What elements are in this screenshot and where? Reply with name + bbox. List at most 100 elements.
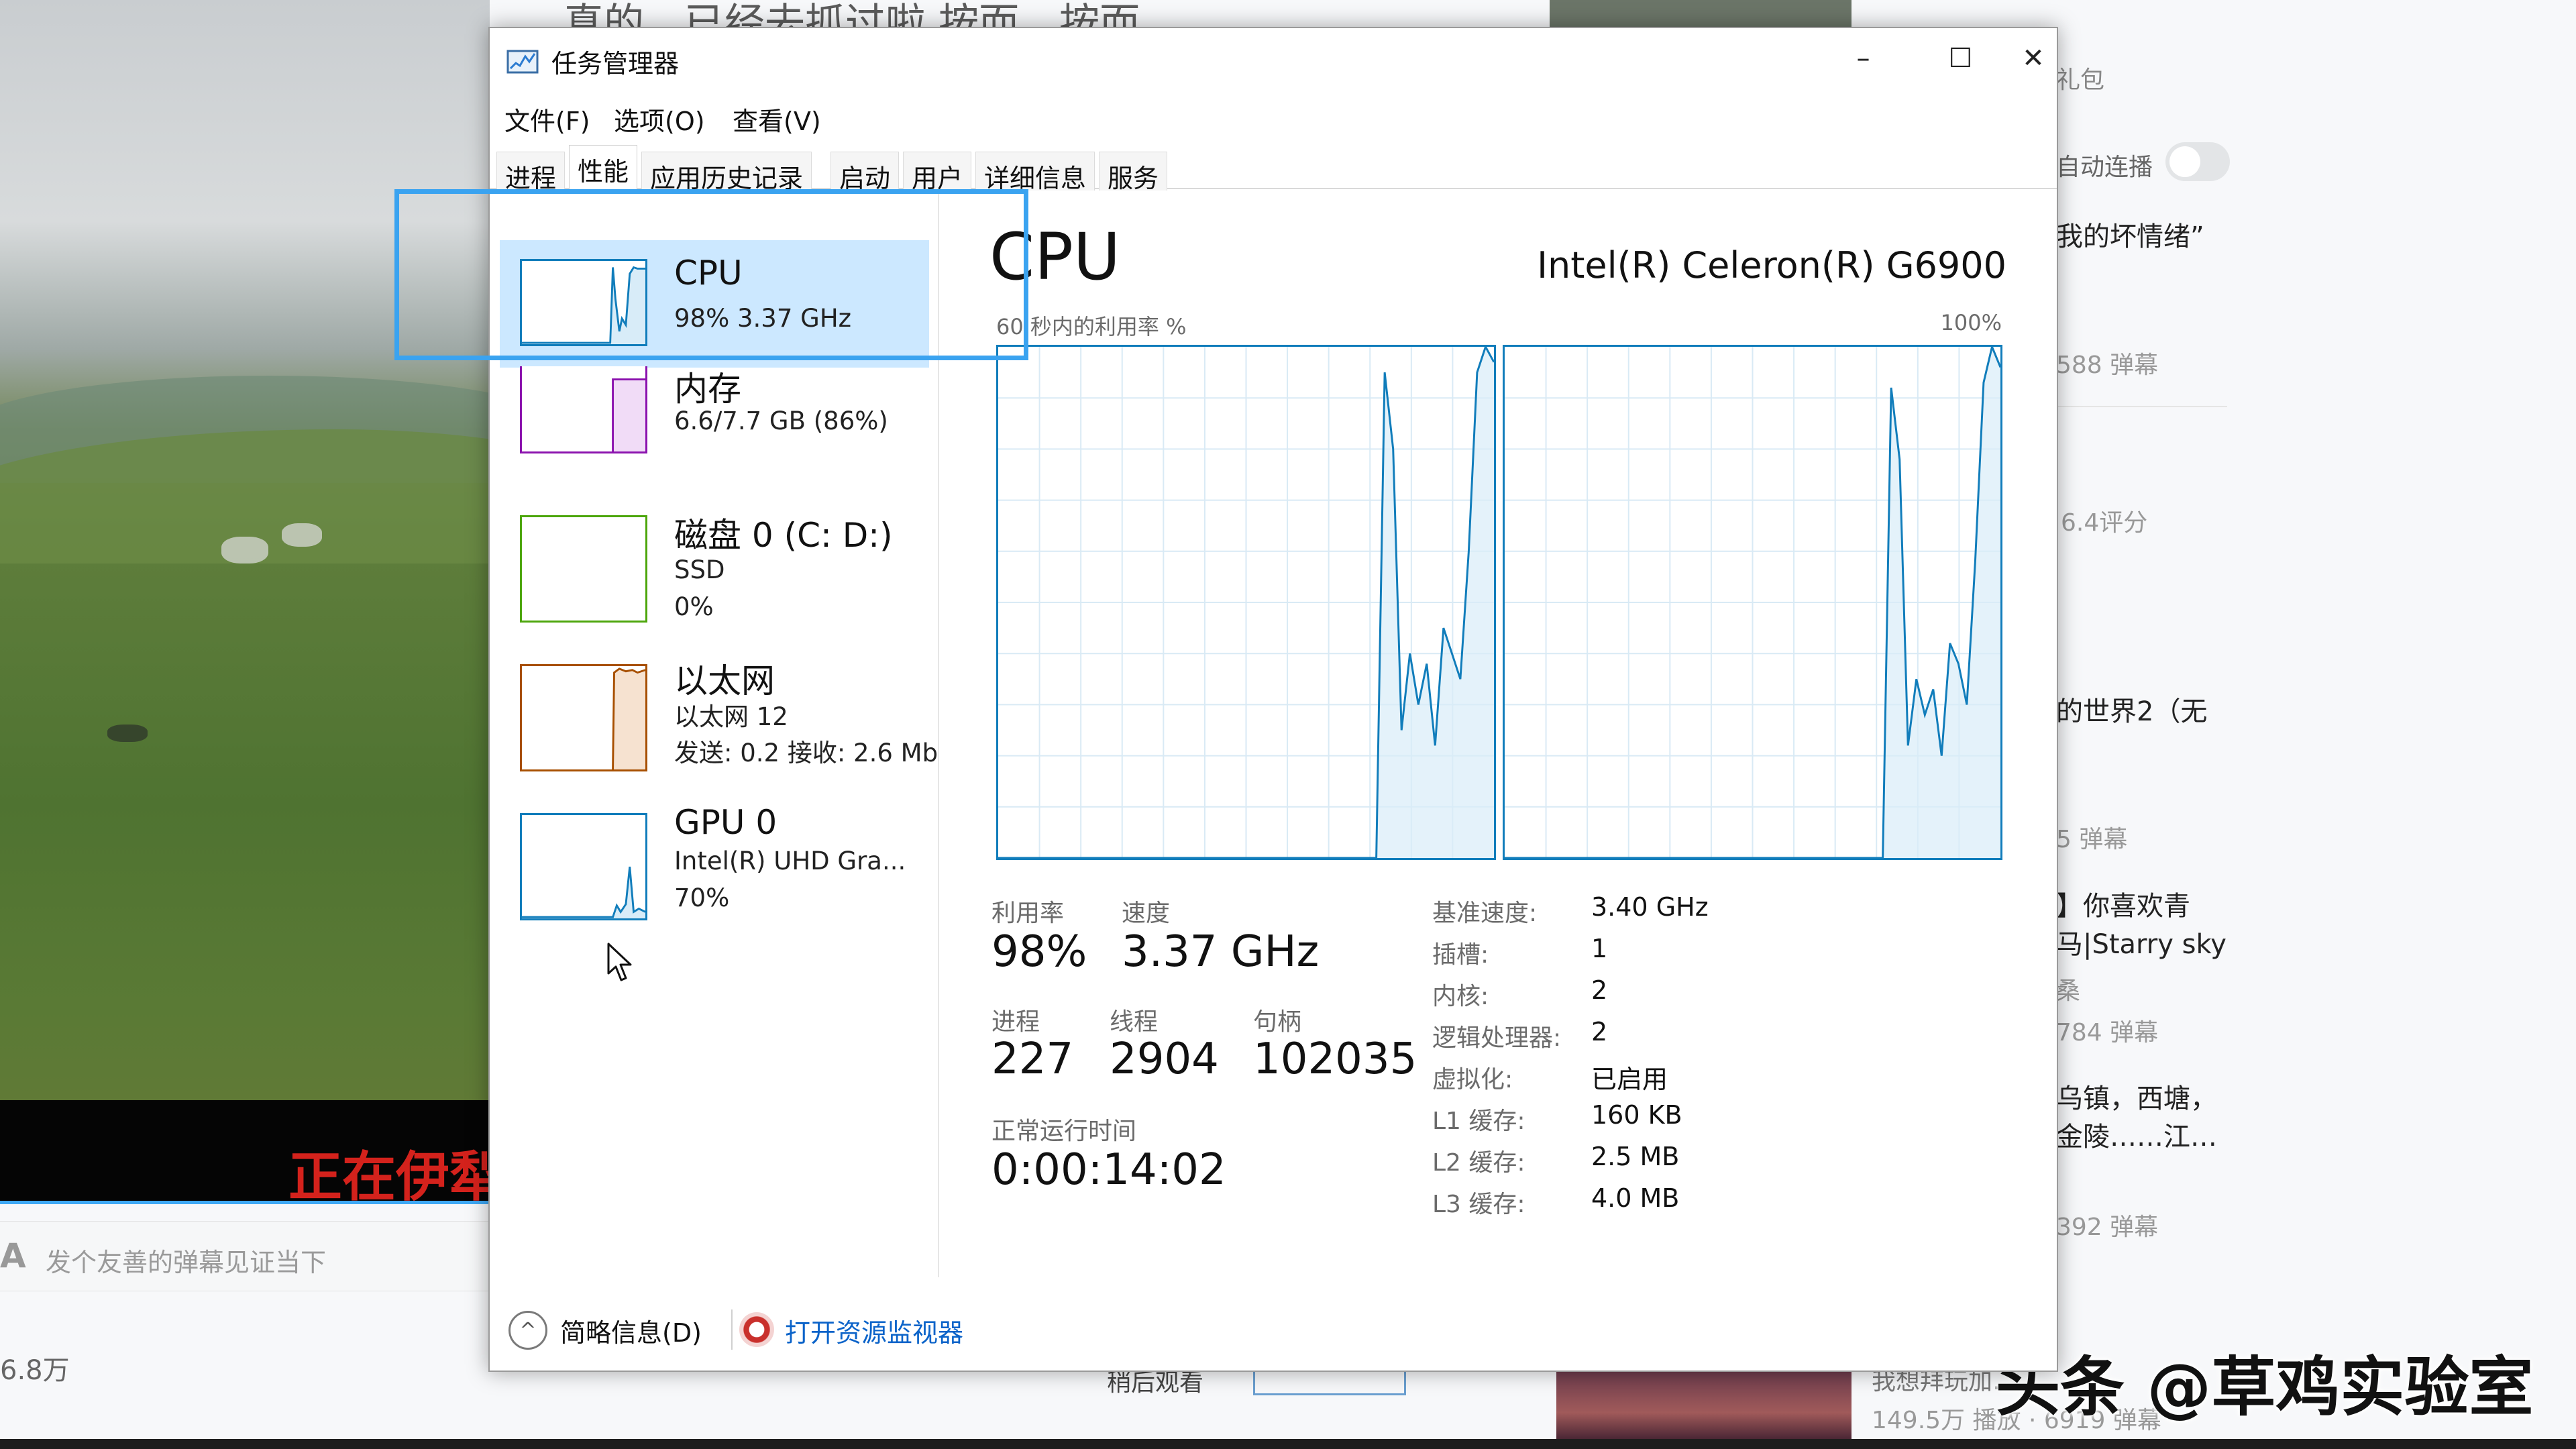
menu-bar: 文件(F) 选项(O) 查看(V): [490, 95, 2057, 136]
spec-value: 2: [1591, 975, 1608, 1005]
spec-value: 160 KB: [1591, 1100, 1682, 1130]
resource-detail: 以太网 12: [674, 702, 788, 731]
recommend-title[interactable]: 乌镇，西塘，: [2056, 1077, 2217, 1116]
spec-key: 逻辑处理器:: [1432, 1024, 1562, 1052]
resource-monitor-icon: [739, 1312, 774, 1347]
utilization-value: 98%: [991, 927, 1087, 977]
graph-max-label: 100%: [1940, 310, 2002, 335]
recommend-meta: 588 弹幕: [2056, 352, 2159, 379]
core-graph-0: [996, 345, 1496, 860]
recommend-title[interactable]: 金陵……江…: [2056, 1115, 2217, 1154]
processes-label: 进程: [991, 1008, 1040, 1036]
recommend-meta: 6.4评分: [2061, 509, 2148, 537]
recommend-title[interactable]: 】你喜欢青: [2056, 884, 2190, 923]
maximize-button[interactable]: ☐: [1912, 28, 2009, 89]
menu-file[interactable]: 文件(F): [504, 101, 590, 138]
video-progress-bar[interactable]: [0, 1201, 490, 1204]
minimize-button[interactable]: –: [1815, 28, 1912, 89]
handles-value: 102035: [1253, 1034, 1417, 1084]
spec-value: 3.40 GHz: [1591, 892, 1709, 922]
core-graph-1: [1503, 345, 2002, 860]
recommend-title[interactable]: 我的坏情绪”: [2056, 215, 2204, 254]
recommend-meta: 392 弹幕: [2056, 1214, 2159, 1241]
speed-value: 3.37 GHz: [1122, 927, 1320, 977]
mouse-cursor-icon: [607, 943, 632, 981]
processes-value: 227: [991, 1034, 1074, 1084]
threads-label: 线程: [1110, 1008, 1159, 1036]
spec-key: L3 缓存:: [1432, 1191, 1525, 1218]
tab-startup[interactable]: 启动: [830, 152, 900, 193]
spec-value: 1: [1591, 934, 1608, 963]
danmaku-bar: A 发个友善的弹幕见证当下: [0, 1221, 490, 1291]
resource-detail: 0%: [674, 592, 714, 621]
resource-name: GPU 0: [674, 803, 777, 842]
menu-view[interactable]: 查看(V): [733, 101, 821, 138]
tab-users[interactable]: 用户: [903, 152, 972, 193]
tab-services[interactable]: 服务: [1099, 152, 1168, 193]
recommend-title[interactable]: 的世界2（无: [2056, 690, 2207, 729]
handles-label: 句柄: [1253, 1008, 1302, 1036]
resource-detail: Intel(R) UHD Gra...: [674, 847, 906, 875]
video-subtitle: 正在伊犁: [288, 1146, 490, 1204]
recommend-thumbnail[interactable]: [1556, 1368, 1851, 1442]
resource-ethernet[interactable]: 以太网 以太网 12 发送: 0.2 接收: 2.6 Mb: [500, 651, 938, 778]
speed-label: 速度: [1122, 900, 1171, 927]
uptime-value: 0:00:14:02: [991, 1145, 1226, 1195]
tab-bar: 进程 性能 应用历史记录 启动 用户 详细信息 服务: [490, 144, 2057, 193]
autoplay-label: 自动连播: [2056, 154, 2153, 181]
resource-detail: 70%: [674, 883, 730, 912]
task-manager-icon: [506, 50, 539, 74]
ethernet-mini-graph: [520, 664, 647, 771]
resource-memory[interactable]: 内存 6.6/7.7 GB (86%): [500, 366, 929, 475]
fewer-details-button[interactable]: 简略信息(D): [560, 1312, 702, 1349]
tab-app-history[interactable]: 应用历史记录: [641, 152, 812, 193]
resource-detail: SSD: [674, 555, 725, 584]
spec-value: 2: [1591, 1017, 1608, 1046]
resource-name: 磁盘 0 (C: D:): [674, 516, 893, 555]
danmaku-input[interactable]: 发个友善的弹幕见证当下: [46, 1242, 326, 1279]
tab-processes[interactable]: 进程: [496, 152, 566, 193]
title-bar[interactable]: 任务管理器 – ☐ ✕: [490, 28, 2057, 89]
recommend-meta: 桑: [2056, 977, 2081, 1005]
footer-divider: [731, 1309, 733, 1350]
spec-key: 内核:: [1432, 983, 1489, 1010]
menu-options[interactable]: 选项(O): [614, 101, 705, 138]
open-resource-monitor-link[interactable]: 打开资源监视器: [785, 1312, 963, 1349]
video-thumbnail-top[interactable]: [1550, 0, 1851, 28]
window-title: 任务管理器: [551, 49, 680, 78]
video-frame-rock: [221, 537, 268, 564]
tab-details[interactable]: 详细信息: [975, 152, 1095, 193]
uptime-label: 正常运行时间: [991, 1118, 1137, 1145]
utilization-label: 利用率: [991, 900, 1065, 927]
view-count: 6.8万: [0, 1355, 70, 1386]
video-frame-rock: [282, 523, 322, 547]
chevron-up-icon[interactable]: ^: [508, 1311, 547, 1350]
recommend-meta: 784 弹幕: [2056, 1019, 2159, 1046]
tab-performance[interactable]: 性能: [569, 145, 638, 191]
highlight-box: [394, 189, 1028, 360]
cpu-model: Intel(R) Celeron(R) G6900: [1537, 244, 2006, 286]
resource-name: 内存: [674, 370, 741, 409]
sidebar-gift-label[interactable]: 礼包: [2056, 60, 2104, 95]
spec-value: 已启用: [1591, 1065, 1668, 1094]
video-frame-rock: [107, 724, 148, 742]
spec-key: L1 缓存:: [1432, 1108, 1525, 1135]
recommend-meta: 5 弹幕: [2056, 826, 2128, 853]
memory-mini-graph: [520, 366, 647, 453]
disk-mini-graph: [520, 515, 647, 623]
watermark: 头条 @草鸡实验室: [1996, 1350, 2534, 1425]
danmaku-style-icon[interactable]: A: [0, 1236, 26, 1275]
footer: ^ 简略信息(D) 打开资源监视器: [490, 1296, 2057, 1356]
resource-gpu[interactable]: GPU 0 Intel(R) UHD Gra... 70%: [500, 800, 929, 927]
close-button[interactable]: ✕: [2009, 28, 2057, 89]
resource-detail: 6.6/7.7 GB (86%): [674, 407, 888, 435]
sidebar-divider: [2053, 406, 2227, 407]
resource-name: 以太网: [674, 661, 775, 700]
core-graph-svg: [1505, 347, 2000, 858]
taskbar-edge: [0, 1439, 2576, 1449]
recommend-title[interactable]: 马|Starry sky: [2056, 922, 2226, 961]
spec-key: 虚拟化:: [1432, 1066, 1513, 1093]
resource-disk[interactable]: 磁盘 0 (C: D:) SSD 0%: [500, 502, 929, 629]
video-player[interactable]: 正在伊犁: [0, 0, 490, 1204]
autoplay-toggle[interactable]: [2165, 142, 2230, 181]
